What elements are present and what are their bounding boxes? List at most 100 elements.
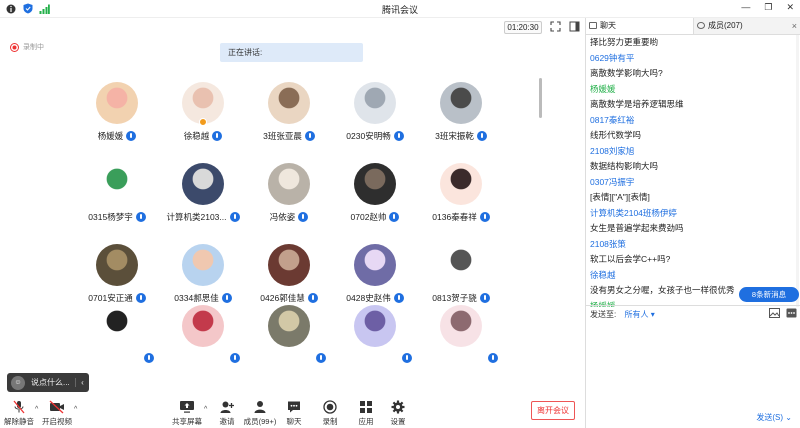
fullscreen-icon[interactable] (550, 21, 562, 33)
meeting-top-toolbar: 01:20:30 (0, 18, 585, 38)
layout-icon[interactable] (569, 21, 581, 33)
apps-label: 应用 (358, 417, 374, 426)
avatar (182, 244, 224, 286)
avatar (268, 82, 310, 124)
avatar (440, 305, 482, 347)
video-options-chevron-icon[interactable]: ^ (74, 406, 77, 413)
video-gallery: 录制中 正在讲话: 杨媛媛 徐稳越 3班张亚晨 0230安明畅 3班宋振乾 0315杨梦宇… (0, 38, 585, 398)
mic-icon (393, 293, 404, 303)
chat-sender[interactable]: 徐稳越 (590, 268, 796, 284)
chat-scrollbar[interactable] (796, 35, 799, 307)
add-person-icon (220, 401, 234, 413)
mic-icon (479, 212, 490, 222)
chat-label: 聊天 (286, 417, 302, 426)
share-screen-icon (180, 401, 194, 413)
participant-name-text: 0702赵帅 (350, 212, 387, 222)
chat-sender[interactable]: 0307冯振宇 (590, 175, 796, 191)
participant-name: 0813贺子骁 (406, 292, 516, 304)
title-bar: 腾讯会议 — ❐ ✕ (0, 0, 800, 18)
leave-meeting-button[interactable]: 离开会议 (531, 401, 575, 420)
settings-button[interactable]: 设置 (381, 400, 415, 427)
mic-icon (212, 131, 223, 141)
avatar (354, 244, 396, 286)
participant-name-text: 0701安正通 (88, 293, 133, 303)
close-panel-icon[interactable]: × (792, 18, 797, 34)
avatar (268, 305, 310, 347)
participant-name-text: 0315杨梦宇 (88, 212, 133, 222)
chat-message-text: 数据结构影响大吗 (590, 161, 659, 171)
settings-label: 设置 (390, 417, 406, 426)
send-tools (769, 308, 797, 318)
share-options-chevron-icon[interactable]: ^ (204, 406, 207, 413)
avatar (182, 305, 224, 347)
tab-chat-label: 聊天 (600, 21, 616, 30)
chat-message-text: 女生是普遍学起来费劲吗 (590, 223, 684, 233)
participant-tile[interactable]: 0136秦春祥 (406, 163, 516, 233)
chat-sender[interactable]: 2108张策 (590, 237, 796, 253)
chat-message-text: 择比努力更重要哟 (590, 37, 659, 47)
participant-name-text: 杨媛媛 (97, 131, 124, 141)
audio-options-chevron-icon[interactable]: ^ (35, 406, 38, 413)
send-options-chevron-icon[interactable]: ⌄ (785, 413, 792, 422)
window-title: 腾讯会议 (381, 5, 418, 15)
chat-sender[interactable]: 0629钟有平 (590, 51, 796, 67)
apps-button[interactable]: 应用 (349, 400, 383, 427)
avatar (96, 244, 138, 286)
participant-name-text: 3班张亚晨 (263, 131, 302, 141)
chat-sender[interactable]: 2108刘家旭 (590, 144, 796, 160)
participant-name-text: 0813贺子骁 (432, 293, 477, 303)
chat-message-text: 离散数学是培养逻辑思维 (590, 99, 684, 109)
participant-name-text: 0428史赵伟 (346, 293, 391, 303)
more-tools-icon[interactable] (786, 308, 797, 318)
invite-button[interactable]: 邀请 (210, 400, 244, 427)
chat-sender[interactable]: 杨媛媛 (590, 82, 796, 98)
quick-chat-placeholder[interactable]: 说点什么... (31, 377, 75, 388)
participant-tile[interactable]: 0813贺子骁 (406, 244, 516, 314)
mic-icon (126, 131, 137, 141)
avatar (440, 82, 482, 124)
participant-name-text: 计算机类2103... (166, 212, 227, 222)
unmute-button[interactable]: 解除静音 (2, 400, 36, 427)
send-to-row: 发送至: 所有人 ▾ (586, 305, 800, 323)
chat-tab-icon (589, 22, 597, 29)
participant-name-text: 3班宋振乾 (435, 131, 474, 141)
gallery-scrollbar[interactable] (539, 78, 542, 118)
share-screen-button[interactable]: 共享屏幕 (170, 400, 204, 427)
chat-button[interactable]: 聊天 (277, 400, 311, 427)
new-messages-badge[interactable]: 8条新消息 (739, 287, 799, 302)
image-icon[interactable] (769, 308, 780, 318)
quick-chat-box[interactable]: ☺ 说点什么... ‹ (7, 373, 89, 392)
participant-name-text: 徐稳越 (183, 131, 210, 141)
send-label: 发送(S) (756, 413, 784, 422)
chat-message-list[interactable]: 择比努力更重要哟 0629钟有平 离散数学影响大吗? 杨媛媛 离散数学是培养逻辑思维 08… (586, 35, 796, 307)
participant-tile[interactable] (406, 305, 516, 375)
speaking-indicator: 正在讲话: (220, 43, 363, 62)
participant-tile[interactable]: 3班宋振乾 (406, 82, 516, 152)
avatar (354, 163, 396, 205)
tab-members[interactable]: 成员(207) × (693, 18, 800, 34)
maximize-button[interactable]: ❐ (764, 2, 772, 13)
side-panel: 聊天 成员(207) × 择比努力更重要哟 0629钟有平 离散数学影响大吗? 杨媛媛… (585, 18, 800, 428)
participant-name-text: 0230安明畅 (346, 131, 391, 141)
mic-icon (298, 212, 309, 222)
send-to-select[interactable]: 所有人 ▾ (624, 310, 654, 319)
start-video-button[interactable]: 开启视频 (40, 400, 74, 427)
minimize-button[interactable]: — (741, 2, 750, 13)
mic-icon (389, 212, 400, 222)
participant-name-text: 0136秦春祥 (432, 212, 477, 222)
emoji-icon[interactable]: ☺ (11, 375, 25, 390)
chat-input[interactable] (586, 324, 800, 414)
chat-sender[interactable]: 0817秦红裕 (590, 113, 796, 129)
invite-label: 邀请 (219, 417, 235, 426)
mic-icon (135, 212, 146, 222)
chat-sender[interactable]: 计算机类2104班杨伊婷 (590, 206, 796, 222)
mic-icon (221, 293, 232, 303)
members-button[interactable]: 成员(99+) (243, 400, 277, 427)
close-button[interactable]: ✕ (786, 2, 794, 13)
mic-icon (307, 293, 318, 303)
record-button[interactable]: 录制 (313, 400, 347, 427)
collapse-chevron-icon[interactable]: ‹ (75, 378, 89, 387)
send-button[interactable]: 发送(S) ⌄ (756, 412, 792, 423)
tab-chat[interactable]: 聊天 (586, 18, 693, 34)
unmute-label: 解除静音 (4, 417, 34, 426)
